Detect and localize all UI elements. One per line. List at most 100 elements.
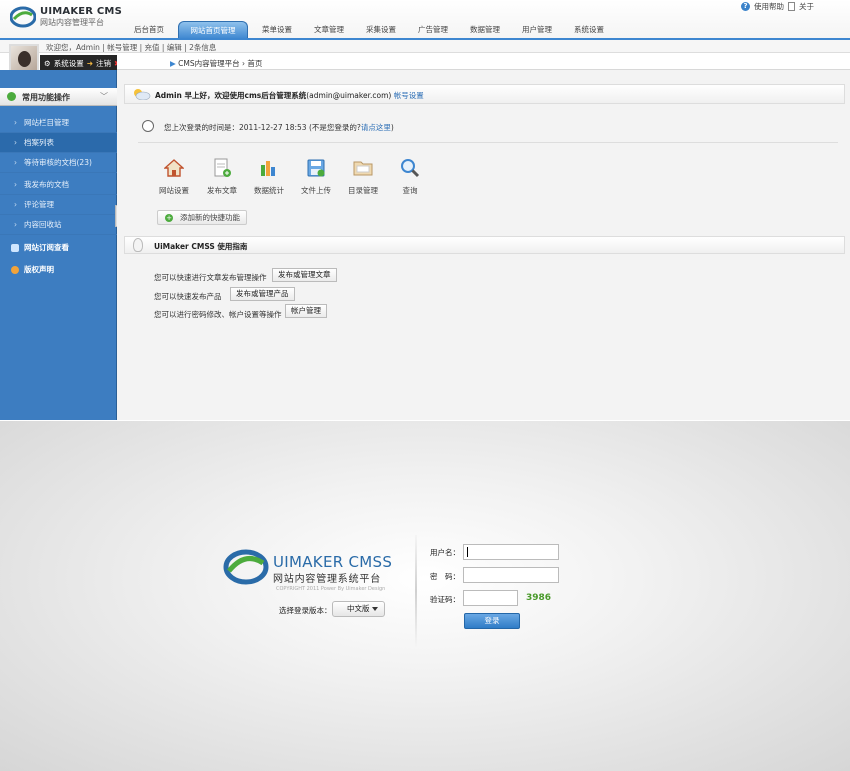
welcome-text[interactable]: 欢迎您，Admin | 帐号管理 | 充值 | 编辑 | 2条信息 bbox=[46, 42, 216, 53]
tab-menu-settings[interactable]: 菜单设置 bbox=[251, 21, 303, 39]
login-logo-icon bbox=[223, 549, 269, 585]
quick-publish-article[interactable]: 发布文章 bbox=[200, 157, 244, 196]
breadcrumb-current: 首页 bbox=[247, 59, 263, 68]
sidebar-item-archives[interactable]: 档案列表 bbox=[0, 133, 117, 153]
login-screen bbox=[0, 421, 850, 771]
captcha-code[interactable]: 3986 bbox=[526, 593, 551, 603]
quick-label: 查询 bbox=[402, 186, 418, 195]
login-brand-subtitle: 网站内容管理系统平台 bbox=[273, 574, 381, 585]
info-icon bbox=[11, 266, 19, 274]
sidebar-item-recycle[interactable]: 内容回收站 bbox=[0, 215, 117, 235]
guide-text-products: 您可以快速发布产品 bbox=[154, 292, 222, 301]
greeting-email: (admin@uimaker.com) bbox=[306, 91, 392, 100]
plus-icon: + bbox=[165, 214, 173, 222]
chevron-down-icon bbox=[372, 607, 378, 611]
captcha-label: 验证码： bbox=[430, 595, 460, 604]
text-caret bbox=[467, 547, 468, 557]
guide-text-account: 您可以进行密码修改、帐户设置等操作 bbox=[154, 310, 282, 319]
avatar[interactable] bbox=[9, 44, 39, 72]
quick-statistics[interactable]: 数据统计 bbox=[247, 157, 291, 196]
not-me-link[interactable]: 请点这里 bbox=[361, 123, 391, 132]
tab-system[interactable]: 系统设置 bbox=[563, 21, 615, 39]
quick-directory[interactable]: 目录管理 bbox=[341, 157, 385, 196]
last-login-text: 您上次登录的时间是：2011-12-27 18:53 (不是您登录的? bbox=[164, 123, 361, 132]
password-label: 密 码： bbox=[430, 572, 460, 581]
sidebar-header-label: 常用功能操作 bbox=[22, 93, 70, 102]
version-value: 中文版 bbox=[347, 604, 370, 613]
quick-upload[interactable]: 文件上传 bbox=[294, 157, 338, 196]
username-label: 用户名： bbox=[430, 548, 460, 557]
tab-ads[interactable]: 广告管理 bbox=[407, 21, 459, 39]
home-icon bbox=[163, 157, 185, 179]
username-input[interactable] bbox=[463, 544, 559, 560]
check-icon bbox=[7, 92, 16, 101]
weather-icon bbox=[134, 89, 151, 100]
greeting: Admin 早上好，欢迎使用cms后台管理系统(admin@uimaker.co… bbox=[155, 90, 424, 101]
account-settings-link[interactable]: 帐号设置 bbox=[394, 91, 424, 100]
account-management-button[interactable]: 帐户管理 bbox=[285, 304, 327, 318]
clock-icon bbox=[142, 120, 154, 132]
sidebar-section-copyright[interactable]: 版权声明 bbox=[0, 259, 117, 281]
brand-name: UIMAKER CMS bbox=[40, 6, 122, 17]
document-icon bbox=[788, 2, 795, 11]
manage-articles-button[interactable]: 发布或管理文章 bbox=[272, 268, 337, 282]
guide-text-articles: 您可以快速进行文章发布管理操作 bbox=[154, 273, 267, 282]
tab-data[interactable]: 数据管理 bbox=[459, 21, 511, 39]
guide-title: UiMaker CMSS 使用指南 bbox=[154, 242, 248, 251]
login-brand: UIMAKER CMSS bbox=[273, 553, 393, 571]
bar-chart-icon bbox=[258, 157, 280, 179]
sidebar-item-my-docs[interactable]: 我发布的文档 bbox=[0, 175, 117, 195]
top-links: ? 使用帮助 关于 bbox=[741, 1, 814, 12]
brand-subtitle: 网站内容管理平台 bbox=[40, 18, 104, 27]
sidebar-section-subscription[interactable]: 网站订阅查看 bbox=[0, 237, 117, 259]
tab-users[interactable]: 用户管理 bbox=[511, 21, 563, 39]
quick-label: 文件上传 bbox=[301, 186, 331, 195]
logout-icon: ➜ bbox=[86, 59, 94, 68]
about-link[interactable]: 关于 bbox=[799, 1, 814, 12]
sidebar-section-label: 版权声明 bbox=[24, 265, 54, 274]
quick-site-settings[interactable]: 网站设置 bbox=[152, 157, 196, 196]
breadcrumb: ▶ CMS内容管理平台 › 首页 bbox=[170, 58, 262, 69]
main-nav: 后台首页 网站首页管理 菜单设置 文章管理 采集设置 广告管理 数据管理 用户管… bbox=[123, 21, 615, 39]
quick-label: 发布文章 bbox=[207, 186, 237, 195]
gear-icon: ⚙ bbox=[44, 59, 51, 68]
sidebar-section-label: 网站订阅查看 bbox=[24, 243, 69, 252]
signout-link[interactable]: 注销 bbox=[96, 58, 111, 69]
tab-site-home[interactable]: 网站首页管理 bbox=[178, 21, 248, 39]
sidebar-item-comments[interactable]: 评论管理 bbox=[0, 195, 117, 215]
sidebar-header[interactable]: 常用功能操作 ﹀ bbox=[0, 88, 117, 106]
login-button[interactable]: 登录 bbox=[464, 613, 520, 629]
quick-label: 网站设置 bbox=[159, 186, 189, 195]
login-divider bbox=[415, 535, 417, 647]
lightbulb-icon bbox=[133, 238, 143, 252]
quick-search[interactable]: 查询 bbox=[388, 157, 432, 196]
sidebar-item-pending[interactable]: 等待审核的文档(23) bbox=[0, 153, 117, 173]
greeting-title: Admin 早上好，欢迎使用cms后台管理系统 bbox=[155, 91, 307, 100]
document-add-icon bbox=[211, 157, 233, 179]
quick-label: 目录管理 bbox=[348, 186, 378, 195]
manage-products-button[interactable]: 发布或管理产品 bbox=[230, 287, 295, 301]
add-shortcut-label: 添加新的快捷功能 bbox=[180, 213, 240, 222]
folder-icon bbox=[352, 157, 374, 179]
version-select[interactable]: 中文版 bbox=[332, 601, 385, 617]
tab-collect[interactable]: 采集设置 bbox=[355, 21, 407, 39]
quick-label: 数据统计 bbox=[254, 186, 284, 195]
sidebar-item-columns[interactable]: 网站栏目管理 bbox=[0, 113, 117, 133]
breadcrumb-root[interactable]: CMS内容管理平台 bbox=[178, 59, 239, 68]
version-label: 选择登录版本： bbox=[279, 606, 332, 615]
system-settings-link[interactable]: 系统设置 bbox=[54, 58, 84, 69]
add-shortcut-button[interactable]: + 添加新的快捷功能 bbox=[157, 210, 247, 225]
chevron-down-icon: ﹀ bbox=[100, 92, 108, 101]
tab-admin-home[interactable]: 后台首页 bbox=[123, 21, 175, 39]
login-copyright: COPYRIGHT 2011 Power By Uimaker Design bbox=[276, 586, 386, 592]
last-login-end: ) bbox=[390, 123, 394, 132]
last-login: 您上次登录的时间是：2011-12-27 18:53 (不是您登录的?请点这里) bbox=[164, 122, 394, 133]
breadcrumb-arrow-icon: ▶ bbox=[170, 59, 176, 68]
captcha-input[interactable] bbox=[463, 590, 518, 606]
tab-articles[interactable]: 文章管理 bbox=[303, 21, 355, 39]
subscription-icon bbox=[11, 244, 19, 252]
password-input[interactable] bbox=[463, 567, 559, 583]
breadcrumb-sep: › bbox=[242, 59, 246, 68]
help-link[interactable]: 使用帮助 bbox=[754, 1, 784, 12]
help-icon: ? bbox=[741, 2, 750, 11]
